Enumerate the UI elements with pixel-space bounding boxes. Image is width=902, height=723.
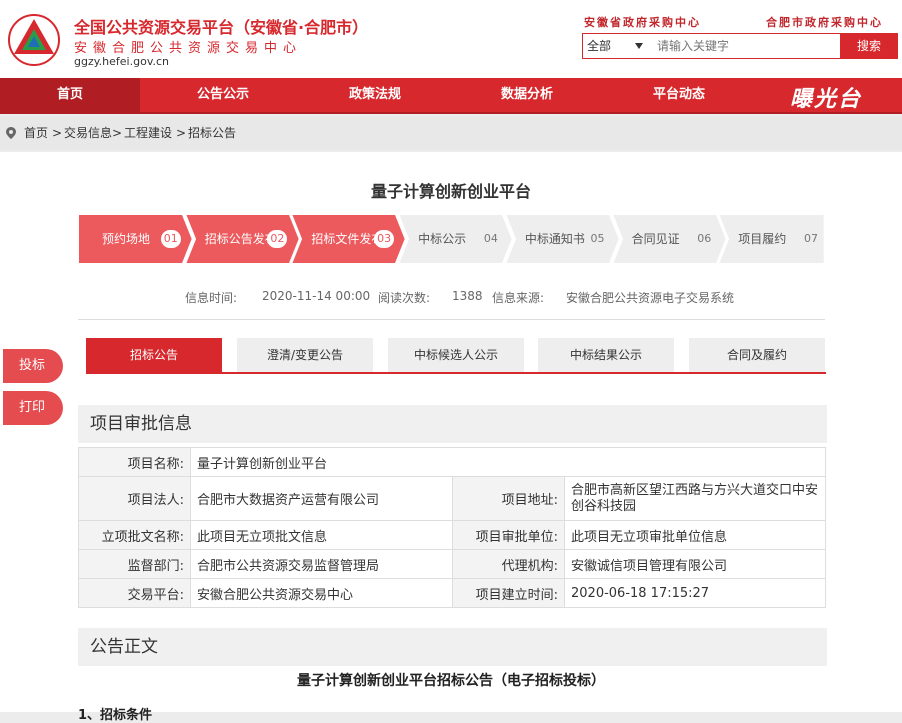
step-number: 05	[590, 232, 605, 245]
meta-source-label: 信息来源:	[492, 291, 545, 305]
approval-table: 项目名称: 量子计算创新创业平台 项目法人: 合肥市大数据资产运营有限公司 项目…	[78, 447, 826, 608]
table-value: 此项目无立项批文信息	[190, 520, 453, 550]
nav-item-notices[interactable]: 公告公示	[152, 78, 294, 112]
main-nav: 首页 公告公示 政策法规 数据分析 平台动态 曝光台	[0, 78, 902, 114]
main-content: 量子计算创新创业平台 预约场地 01 招标公告发布 02 招标文件发布 03 中标公示 04 中…	[0, 152, 902, 723]
document-title: 量子计算创新创业平台招标公告（电子招标投标）	[297, 673, 605, 689]
tab-contract[interactable]: 合同及履约	[689, 338, 825, 372]
table-row: 立项批文名称: 此项目无立项批文信息 项目审批单位: 此项目无立项审批单位信息	[78, 520, 826, 550]
table-value: 安徽合肥公共资源交易中心	[190, 578, 453, 608]
meta-reads-label: 阅读次数:	[378, 291, 431, 305]
site-logo-icon[interactable]	[7, 14, 61, 66]
tab-bid-notice[interactable]: 招标公告	[86, 338, 222, 372]
table-key: 代理机构:	[452, 549, 565, 579]
table-value: 合肥市公共资源交易监督管理局	[190, 549, 453, 579]
search-box: 全部 搜索	[582, 33, 898, 59]
step-label: 招标公告发布	[204, 232, 277, 246]
table-value: 量子计算创新创业平台	[190, 447, 826, 477]
document-heading: 1、招标条件	[78, 708, 153, 723]
step-label: 招标文件发布	[311, 232, 384, 246]
table-key: 交易平台:	[78, 578, 191, 608]
site-url: ggzy.hefei.gov.cn	[74, 55, 169, 68]
nav-item-policies[interactable]: 政策法规	[304, 78, 446, 112]
breadcrumb-trade-info[interactable]: 交易信息>	[64, 116, 122, 150]
breadcrumb-sep: >	[176, 126, 187, 140]
search-button[interactable]: 搜索	[840, 33, 898, 59]
nav-item-home[interactable]: 首页	[0, 78, 140, 112]
search-scope-value: 全部	[587, 39, 612, 53]
table-key: 项目地址:	[452, 476, 565, 521]
step-number: 03	[374, 230, 395, 248]
table-key: 项目建立时间:	[452, 578, 565, 608]
step-number: 06	[697, 232, 712, 245]
step-label: 预约场地	[102, 232, 151, 246]
page-title: 量子计算创新创业平台	[370, 182, 531, 201]
breadcrumb-home[interactable]: 首页	[24, 116, 48, 150]
table-value: 安徽诚信项目管理有限公司	[564, 549, 826, 579]
step-label: 项目履约	[738, 232, 787, 246]
progress-step: 中标公示 04	[398, 214, 515, 264]
table-key: 项目法人:	[78, 476, 191, 521]
table-value: 此项目无立项审批单位信息	[564, 520, 826, 550]
meta-reads: 1388	[452, 289, 483, 303]
progress-step: 预约场地 01	[78, 214, 195, 264]
table-key: 项目名称:	[78, 447, 191, 477]
meta-time: 2020-11-14 00:00	[262, 289, 371, 303]
table-row: 监督部门: 合肥市公共资源交易监督管理局 代理机构: 安徽诚信项目管理有限公司	[78, 549, 826, 579]
nav-item-platform-news[interactable]: 平台动态	[608, 78, 750, 112]
divider	[78, 319, 825, 320]
table-value: 2020-06-18 17:15:27	[564, 578, 826, 608]
breadcrumb-construction[interactable]: 工程建设	[124, 116, 172, 150]
table-row: 项目名称: 量子计算创新创业平台	[78, 447, 826, 477]
step-number: 04	[483, 232, 498, 245]
table-key: 立项批文名称:	[78, 520, 191, 550]
progress-step: 招标公告发布 02	[184, 214, 302, 264]
step-number: 01	[160, 230, 181, 248]
progress-step: 中标通知书 05	[504, 214, 622, 264]
progress-step: 合同见证 06	[611, 214, 729, 264]
link-province-procurement[interactable]: 安徽省政府采购中心	[584, 14, 701, 30]
breadcrumb-current: 招标公告	[188, 126, 237, 140]
breadcrumb-sep: >	[52, 126, 63, 140]
step-number: 02	[267, 230, 288, 248]
progress-steps: 预约场地 01 招标公告发布 02 招标文件发布 03 中标公示 04 中标通知书 05 合同见证 0…	[78, 214, 826, 264]
chevron-down-icon	[635, 43, 643, 49]
table-key: 监督部门:	[78, 549, 191, 579]
tab-candidates[interactable]: 中标候选人公示	[388, 338, 524, 372]
tab-results[interactable]: 中标结果公示	[538, 338, 674, 372]
step-label: 合同见证	[631, 232, 680, 246]
table-value: 合肥市大数据资产运营有限公司	[190, 476, 453, 521]
location-pin-icon	[6, 127, 16, 139]
notice-tabs: 招标公告 澄清/变更公告 中标候选人公示 中标结果公示 合同及履约	[86, 338, 826, 374]
table-row: 项目法人: 合肥市大数据资产运营有限公司 项目地址: 合肥市高新区望江西路与方兴…	[78, 476, 826, 521]
progress-step: 项目履约 07	[718, 214, 835, 264]
table-key: 项目审批单位:	[452, 520, 565, 550]
step-label: 中标通知书	[524, 232, 585, 246]
step-number: 07	[803, 232, 818, 245]
tab-clarification[interactable]: 澄清/变更公告	[237, 338, 373, 372]
site-subtitle: 安徽合肥公共资源交易中心	[74, 41, 303, 56]
link-city-procurement[interactable]: 合肥市政府采购中心	[766, 14, 883, 30]
site-title: 全国公共资源交易平台（安徽省·合肥市）	[74, 18, 369, 37]
approval-section-title: 项目审批信息	[78, 405, 827, 443]
meta-source: 安徽合肥公共资源电子交易系统	[566, 291, 735, 305]
breadcrumb: 首页 > 交易信息> 工程建设 > 招标公告	[0, 116, 902, 150]
meta-time-label: 信息时间:	[185, 291, 238, 305]
print-button[interactable]: 打印	[3, 391, 63, 425]
notice-section-title: 公告正文	[78, 628, 827, 666]
search-input[interactable]	[657, 34, 837, 58]
nav-item-data-analysis[interactable]: 数据分析	[456, 78, 598, 112]
table-row: 交易平台: 安徽合肥公共资源交易中心 项目建立时间: 2020-06-18 17…	[78, 578, 826, 608]
table-value: 合肥市高新区望江西路与方兴大道交口中安创谷科技园	[564, 476, 826, 521]
bid-button[interactable]: 投标	[3, 349, 63, 383]
site-header: 全国公共资源交易平台（安徽省·合肥市） 安徽合肥公共资源交易中心 ggzy.he…	[0, 0, 902, 78]
search-scope-select[interactable]: 全部	[583, 34, 651, 58]
step-label: 中标公示	[418, 232, 467, 246]
exposure-platform-logo[interactable]: 曝光台	[790, 81, 862, 113]
progress-step: 招标文件发布 03	[291, 214, 408, 264]
